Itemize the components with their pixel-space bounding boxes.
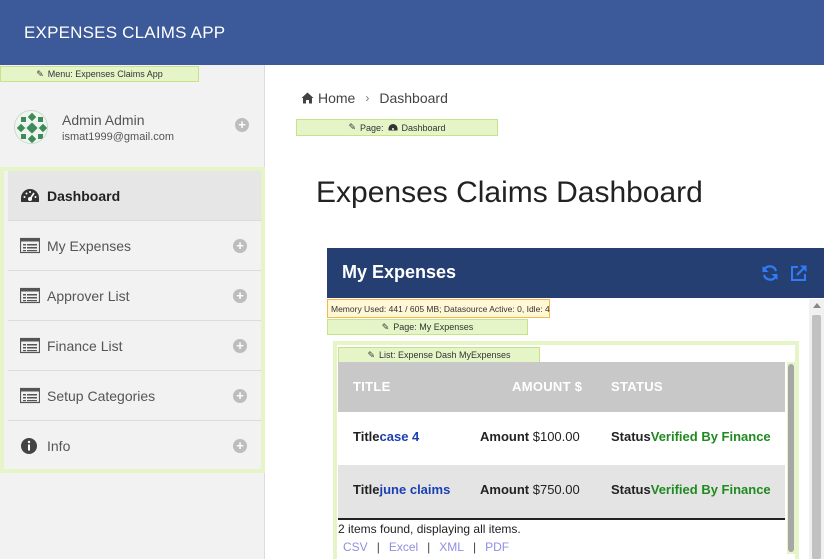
pencil-icon: ✎ bbox=[367, 349, 375, 360]
export-xml-link[interactable]: XML bbox=[439, 540, 464, 554]
title-cell: Titlejune claims bbox=[353, 482, 450, 497]
edit-list-tag[interactable]: ✎ List: Expense Dash MyExpenses bbox=[338, 347, 540, 363]
pencil-icon: ✎ bbox=[348, 122, 356, 132]
memory-info: Memory Used: 441 / 605 MB; Datasource Ac… bbox=[327, 299, 550, 318]
expand-icon[interactable]: + bbox=[233, 339, 247, 353]
info-icon bbox=[21, 438, 37, 454]
app-title: EXPENSES CLAIMS APP bbox=[24, 23, 226, 42]
row-amount: $100.00 bbox=[532, 429, 580, 444]
list-icon bbox=[20, 387, 40, 404]
list-scroll-thumb[interactable] bbox=[788, 364, 794, 552]
items-summary: 2 items found, displaying all items. bbox=[338, 522, 521, 536]
row-amount: $750.00 bbox=[532, 482, 580, 497]
cell-label: Amount bbox=[480, 429, 530, 444]
pencil-icon: ✎ bbox=[381, 321, 390, 332]
column-header-status[interactable]: STATUS bbox=[611, 379, 663, 394]
user-email: ismat1999@gmail.com bbox=[62, 131, 175, 143]
edit-page-label: Page: bbox=[359, 122, 384, 133]
panel-scrollbar[interactable] bbox=[809, 299, 824, 559]
user-expand-icon[interactable]: + bbox=[235, 118, 249, 132]
cell-label: Title bbox=[353, 482, 380, 497]
divider: | bbox=[376, 540, 380, 554]
sidebar-item-label: Finance List bbox=[47, 338, 123, 354]
scroll-thumb[interactable] bbox=[812, 315, 821, 559]
row-title-link[interactable]: case 4 bbox=[380, 429, 420, 444]
table-row: Titlecase 4 Amount $100.00 StatusVerifie… bbox=[338, 412, 785, 466]
sidebar-menu: Dashboard My Expenses + Approver List + bbox=[0, 167, 265, 473]
chevron-right-icon: › bbox=[365, 91, 370, 105]
dashboard-icon bbox=[388, 124, 398, 131]
home-icon bbox=[301, 92, 314, 104]
row-status: Verified By Finance bbox=[650, 482, 771, 497]
expand-icon[interactable]: + bbox=[233, 439, 247, 453]
breadcrumb: Home › Dashboard bbox=[301, 90, 448, 106]
edit-page-tag[interactable]: ✎ Page: Dashboard bbox=[296, 119, 498, 136]
edit-menu-tag[interactable]: ✎ Menu: Expenses Claims App bbox=[0, 66, 199, 82]
amount-cell: Amount $750.00 bbox=[480, 482, 580, 497]
app-header: EXPENSES CLAIMS APP bbox=[0, 0, 824, 65]
external-link-icon[interactable] bbox=[790, 264, 808, 282]
divider: | bbox=[427, 540, 431, 554]
cell-label: Amount bbox=[480, 482, 530, 497]
table-row: Titlejune claims Amount $750.00 StatusVe… bbox=[338, 465, 785, 519]
panel-title: My Expenses bbox=[342, 262, 457, 282]
pencil-icon: ✎ bbox=[36, 68, 44, 79]
sidebar-item-label: Setup Categories bbox=[47, 388, 156, 404]
sidebar-item-my-expenses[interactable]: My Expenses + bbox=[8, 221, 261, 271]
sidebar-item-label: Info bbox=[47, 438, 71, 454]
cell-label: Status bbox=[611, 482, 651, 497]
column-header-amount[interactable]: AMOUNT $ bbox=[512, 379, 582, 394]
sidebar-item-setup-categories[interactable]: Setup Categories + bbox=[8, 371, 261, 421]
expand-icon[interactable]: + bbox=[233, 289, 247, 303]
column-header-title[interactable]: TITLE bbox=[353, 379, 391, 394]
refresh-icon[interactable] bbox=[761, 264, 779, 282]
edit-page-target: Dashboard bbox=[401, 122, 446, 133]
expand-icon[interactable]: + bbox=[233, 239, 247, 253]
sidebar-item-label: Dashboard bbox=[47, 188, 121, 204]
sidebar-item-approver-list[interactable]: Approver List + bbox=[8, 271, 261, 321]
list-icon bbox=[20, 287, 40, 304]
avatar bbox=[14, 110, 48, 144]
cell-label: Title bbox=[353, 429, 380, 444]
amount-cell: Amount $100.00 bbox=[480, 429, 580, 444]
row-status: Verified By Finance bbox=[650, 429, 771, 444]
list-icon bbox=[20, 237, 40, 254]
dashboard-icon bbox=[21, 189, 39, 202]
breadcrumb-home[interactable]: Home bbox=[318, 90, 355, 106]
expand-icon[interactable]: + bbox=[233, 389, 247, 403]
row-title-link[interactable]: june claims bbox=[380, 482, 451, 497]
edit-list-label: List: Expense Dash MyExpenses bbox=[378, 350, 511, 360]
export-excel-link[interactable]: Excel bbox=[389, 540, 418, 554]
edit-mypage-label: Page: My Expenses bbox=[393, 322, 474, 332]
export-csv-link[interactable]: CSV bbox=[343, 540, 368, 554]
status-cell: StatusVerified By Finance bbox=[611, 482, 771, 497]
edit-mypage-tag[interactable]: ✎ Page: My Expenses bbox=[327, 319, 528, 335]
divider: | bbox=[472, 540, 477, 554]
sidebar-item-dashboard[interactable]: Dashboard bbox=[8, 171, 261, 221]
scroll-up-icon[interactable] bbox=[813, 303, 821, 308]
user-profile: Admin Admin ismat1999@gmail.com + bbox=[0, 98, 265, 158]
status-cell: StatusVerified By Finance bbox=[611, 429, 771, 444]
sidebar-item-label: My Expenses bbox=[47, 238, 132, 254]
table-header: TITLE AMOUNT $ STATUS bbox=[338, 362, 785, 412]
cell-label: Status bbox=[611, 429, 651, 444]
export-links: CSV | Excel | XML | PDF bbox=[343, 540, 509, 554]
edit-menu-label: Menu: Expenses Claims App bbox=[47, 69, 163, 79]
export-pdf-link[interactable]: PDF bbox=[485, 540, 509, 554]
sidebar-item-finance-list[interactable]: Finance List + bbox=[8, 321, 261, 371]
sidebar-item-info[interactable]: Info + bbox=[8, 421, 261, 471]
page-title: Expenses Claims Dashboard bbox=[316, 176, 703, 209]
list-scrollbar[interactable] bbox=[787, 362, 795, 554]
title-cell: Titlecase 4 bbox=[353, 429, 419, 444]
user-name: Admin Admin bbox=[62, 112, 145, 128]
list-icon bbox=[20, 337, 40, 354]
table-divider bbox=[338, 518, 785, 520]
breadcrumb-current: Dashboard bbox=[379, 90, 448, 106]
sidebar-item-label: Approver List bbox=[47, 288, 130, 304]
panel-header: My Expenses bbox=[327, 248, 824, 298]
